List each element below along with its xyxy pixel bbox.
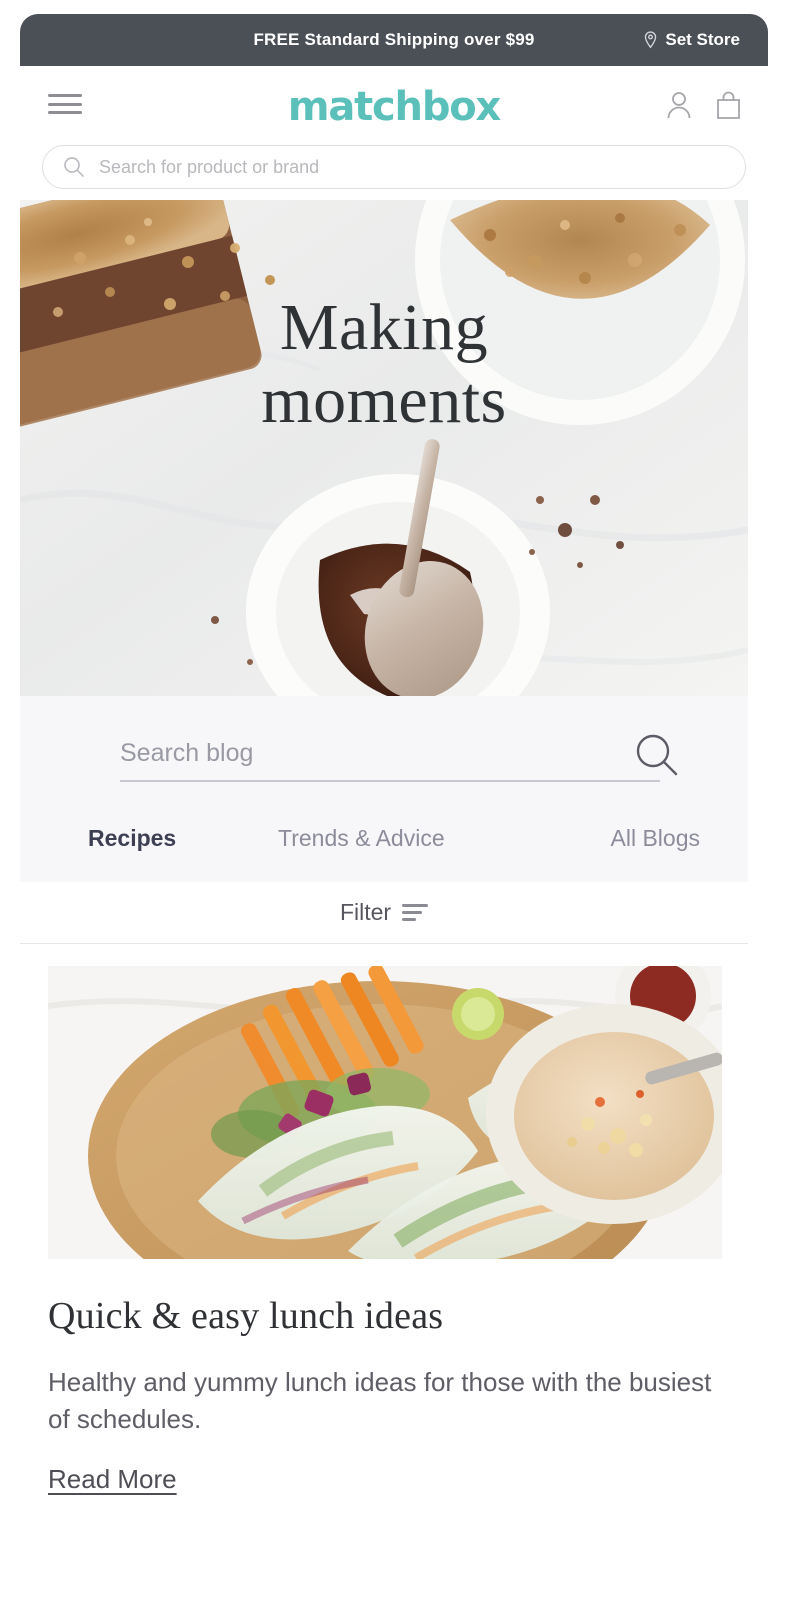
user-account-icon[interactable] — [665, 90, 693, 120]
tab-recipes[interactable]: Recipes — [88, 825, 176, 852]
search-icon — [64, 157, 84, 177]
blog-nav-panel: Search blog Recipes Trends & Advice All … — [20, 696, 748, 882]
hero-title: Making moments — [20, 291, 748, 437]
location-pin-icon — [645, 31, 657, 49]
header-icon-group — [665, 90, 742, 120]
blog-search-button[interactable] — [634, 732, 680, 783]
product-search-placeholder: Search for product or brand — [99, 156, 320, 177]
tab-trends-advice[interactable]: Trends & Advice — [278, 825, 445, 852]
blog-card[interactable]: Quick & easy lunch ideas Healthy and yum… — [48, 966, 722, 1495]
blog-card-image — [48, 966, 722, 1259]
set-store-label: Set Store — [665, 30, 740, 49]
hero-image — [20, 200, 748, 696]
promo-banner: FREE Standard Shipping over $99 Set Stor… — [20, 14, 768, 66]
mobile-page: FREE Standard Shipping over $99 Set Stor… — [0, 0, 788, 1600]
hero-title-line-1: Making — [279, 291, 489, 364]
product-search-bar[interactable]: Search for product or brand — [42, 145, 746, 189]
site-logo[interactable]: matchbox — [20, 84, 768, 130]
blog-card-description: Healthy and yummy lunch ideas for those … — [48, 1367, 712, 1434]
shopping-bag-icon[interactable] — [715, 90, 742, 120]
set-store-button[interactable]: Set Store — [643, 30, 740, 50]
tab-all-blogs[interactable]: All Blogs — [611, 825, 700, 852]
blog-card-title[interactable]: Quick & easy lunch ideas — [48, 1294, 722, 1338]
filter-bar[interactable]: Filter — [20, 882, 748, 944]
blog-search-placeholder: Search blog — [120, 738, 254, 767]
hero-banner: Making moments — [20, 200, 748, 696]
hero-title-line-2: moments — [261, 363, 507, 437]
rice-paper-rolls-image — [48, 966, 722, 1259]
filter-lines-icon — [402, 904, 429, 921]
blog-tabs: Recipes Trends & Advice All Blogs — [20, 814, 748, 862]
read-more-link[interactable]: Read More — [48, 1464, 177, 1495]
search-icon — [636, 734, 678, 776]
filter-label: Filter — [339, 899, 392, 925]
blog-search-field[interactable]: Search blog — [120, 726, 678, 782]
